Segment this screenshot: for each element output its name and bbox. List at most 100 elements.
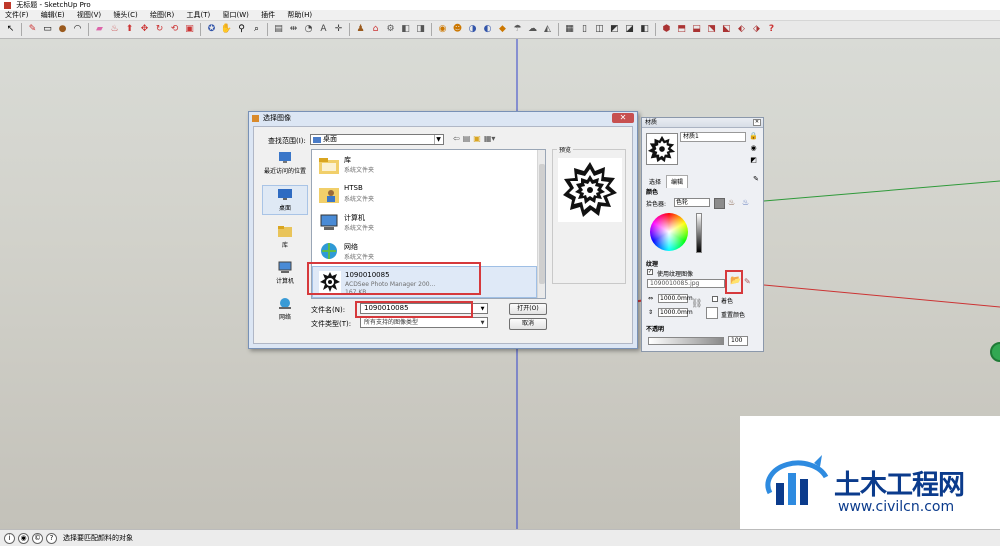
hidden-line-icon[interactable]: ◫ (593, 23, 606, 36)
material-name-input[interactable]: 材质1 (680, 132, 746, 142)
place-computer[interactable]: 计算机 (262, 259, 308, 287)
pan-icon[interactable]: ✋ (220, 23, 233, 36)
back-icon[interactable]: ⇦ (453, 134, 460, 143)
pencil-icon[interactable]: ✎ (26, 23, 39, 36)
texture-height-input[interactable]: 1000.0mm (658, 308, 693, 317)
front-view-icon[interactable]: ⬓ (690, 23, 703, 36)
previous-view-icon[interactable]: ◐ (481, 23, 494, 36)
place-library[interactable]: 库 (262, 223, 308, 251)
zoom-icon[interactable]: ⚲ (235, 23, 248, 36)
geo-location-icon[interactable]: ◉ (18, 532, 29, 544)
texture-edit-icon[interactable]: ✎ (744, 277, 751, 286)
tab-edit[interactable]: 编辑 (666, 175, 689, 188)
lock-icon[interactable]: 🔒 (749, 132, 758, 141)
link-chain-icon[interactable]: ⛓ (691, 299, 702, 309)
iso-view-icon[interactable]: ⬢ (660, 23, 673, 36)
menu-edit[interactable]: 编辑(E) (36, 10, 70, 21)
paint-bucket-icon[interactable]: ♨ (108, 23, 121, 36)
circle-icon[interactable]: ● (56, 23, 69, 36)
right-view-icon[interactable]: ⬔ (705, 23, 718, 36)
place-desktop[interactable]: 桌面 (262, 185, 308, 215)
look-in-select[interactable]: 桌面 ▼ (310, 134, 444, 145)
scale-icon[interactable]: ▣ (183, 23, 196, 36)
position-camera-icon[interactable]: ◉ (436, 23, 449, 36)
left-view-icon[interactable]: ⬖ (735, 23, 748, 36)
look-around-icon[interactable]: ◑ (466, 23, 479, 36)
filetype-select[interactable]: 所有支持的图像类型 ▼ (360, 317, 488, 328)
eraser-icon[interactable]: ▰ (93, 23, 106, 36)
paint-bucket-icon[interactable]: ♨ (728, 198, 735, 207)
menu-draw[interactable]: 绘图(R) (145, 10, 179, 21)
reset-color-swatch[interactable] (706, 307, 718, 319)
dimension-icon[interactable]: ⇹ (287, 23, 300, 36)
sample-paint-icon[interactable]: ♨ (742, 198, 749, 207)
menu-file[interactable]: 文件(F) (0, 10, 34, 21)
color-picker-select[interactable]: 色轮 (674, 198, 710, 207)
menu-camera[interactable]: 镜头(C) (108, 10, 142, 21)
texture-file-input[interactable]: 1090010085.jpg (647, 279, 725, 288)
chevron-down-icon[interactable]: ▼ (479, 319, 486, 326)
close-icon[interactable]: ✕ (753, 119, 761, 126)
axes-icon[interactable]: ✛ (332, 23, 345, 36)
rectangle-icon[interactable]: ▭ (41, 23, 54, 36)
material-default-icon[interactable]: ◩ (749, 156, 758, 165)
menu-window[interactable]: 窗口(W) (218, 10, 254, 21)
scrollbar-thumb[interactable] (539, 164, 545, 284)
place-recent[interactable]: 最近访问的位置 (262, 149, 308, 177)
close-icon[interactable]: ✕ (612, 113, 634, 123)
place-network[interactable]: 网络 (262, 295, 308, 323)
menu-tools[interactable]: 工具(T) (182, 10, 216, 21)
view-menu-icon[interactable]: ▦▾ (484, 134, 496, 143)
text-icon[interactable]: A (317, 23, 330, 36)
component-icon[interactable]: ♟ (354, 23, 367, 36)
tape-icon[interactable]: ▤ (272, 23, 285, 36)
cancel-button[interactable]: 取消 (509, 318, 547, 330)
texture-width-input[interactable]: 1000.0mm (658, 294, 693, 303)
menu-plugins[interactable]: 插件 (256, 10, 280, 21)
menu-view[interactable]: 视图(V) (72, 10, 106, 21)
orbit-icon[interactable]: ✪ (205, 23, 218, 36)
help-icon[interactable]: ? (46, 532, 57, 544)
push-pull-icon[interactable]: ⬆ (123, 23, 136, 36)
share-icon[interactable]: ⚙ (384, 23, 397, 36)
rotate-icon[interactable]: ↻ (153, 23, 166, 36)
colorize-checkbox[interactable] (712, 296, 718, 302)
monochrome-icon[interactable]: ◧ (638, 23, 651, 36)
open-button[interactable]: 打开(O) (509, 303, 547, 315)
file-list-scrollbar[interactable] (537, 150, 545, 298)
3d-text-icon[interactable]: ⬗ (750, 23, 763, 36)
top-view-icon[interactable]: ⬒ (675, 23, 688, 36)
up-folder-icon[interactable]: ▤ (463, 134, 471, 143)
eyedropper-icon[interactable]: ✎ (753, 175, 759, 183)
opacity-input[interactable]: 100 (728, 336, 748, 346)
zoom-extents-icon[interactable]: ◆ (496, 23, 509, 36)
follow-me-icon[interactable]: ⟲ (168, 23, 181, 36)
section-plane-icon[interactable]: ◨ (414, 23, 427, 36)
walk-icon[interactable]: ☻ (451, 23, 464, 36)
fog-icon[interactable]: ☁ (526, 23, 539, 36)
chevron-down-icon[interactable]: ▼ (479, 305, 486, 312)
list-item[interactable]: 库 系统文件夹 (312, 151, 537, 179)
sandbox-icon[interactable]: ◭ (541, 23, 554, 36)
add-material-icon[interactable]: ◉ (749, 144, 758, 153)
arc-icon[interactable]: ◠ (71, 23, 84, 36)
help-icon[interactable]: ? (765, 23, 778, 36)
xray-icon[interactable]: ▦ (563, 23, 576, 36)
zoom-window-icon[interactable]: ⌕ (250, 23, 263, 36)
brightness-slider[interactable] (696, 213, 702, 253)
new-folder-icon[interactable]: ▣ (473, 134, 481, 143)
back-view-icon[interactable]: ⬕ (720, 23, 733, 36)
list-item[interactable]: HTSB 系统文件夹 (312, 180, 537, 208)
info-icon[interactable]: i (4, 532, 15, 544)
protractor-icon[interactable]: ◔ (302, 23, 315, 36)
warehouse-icon[interactable]: ⌂ (369, 23, 382, 36)
shaded-icon[interactable]: ◩ (608, 23, 621, 36)
menu-help[interactable]: 帮助(H) (282, 10, 317, 21)
opacity-slider[interactable] (648, 337, 724, 345)
use-texture-checkbox[interactable]: ✓ (647, 269, 653, 275)
move-icon[interactable]: ✥ (138, 23, 151, 36)
credits-icon[interactable]: © (32, 532, 43, 544)
wireframe-icon[interactable]: ▯ (578, 23, 591, 36)
select-icon[interactable]: ↖ (4, 23, 17, 36)
shaded-texture-icon[interactable]: ◪ (623, 23, 636, 36)
